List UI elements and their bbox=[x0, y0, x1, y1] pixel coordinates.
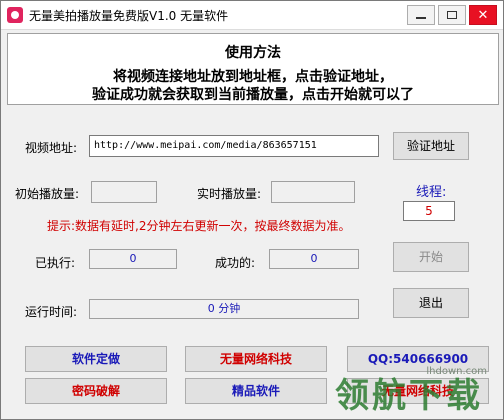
delay-hint: 提示:数据有延时,2分钟左右更新一次，按最终数据为准。 bbox=[47, 219, 351, 233]
password-crack-button[interactable]: 密码破解 bbox=[25, 378, 167, 404]
window-controls: ✕ bbox=[407, 5, 497, 25]
close-button[interactable]: ✕ bbox=[469, 5, 497, 25]
instructions-title: 使用方法 bbox=[225, 45, 281, 61]
watermark-logo: 领航下载 bbox=[335, 376, 483, 416]
success-label: 成功的: bbox=[215, 256, 256, 270]
window-title: 无量美拍播放量免费版V1.0 无量软件 bbox=[29, 9, 229, 23]
software-custom-button[interactable]: 软件定做 bbox=[25, 346, 167, 372]
minimize-icon bbox=[416, 17, 426, 19]
realtime-plays-label: 实时播放量: bbox=[197, 187, 262, 201]
maximize-button[interactable] bbox=[438, 5, 466, 25]
initial-plays-field bbox=[91, 181, 157, 203]
verify-url-button[interactable]: 验证地址 bbox=[393, 132, 469, 160]
minimize-button[interactable] bbox=[407, 5, 435, 25]
success-count: 0 bbox=[269, 249, 359, 269]
runtime-value: 0 分钟 bbox=[89, 299, 359, 319]
realtime-plays-field bbox=[271, 181, 355, 203]
instructions-banner: 使用方法 将视频连接地址放到地址框，点击验证地址， 验证成功就会获取到当前播放量… bbox=[7, 33, 499, 105]
thread-count-input[interactable]: 5 bbox=[403, 201, 455, 221]
executed-label: 已执行: bbox=[35, 256, 76, 270]
video-url-input[interactable]: http://www.meipai.com/media/863657151 bbox=[89, 135, 379, 157]
quality-software-button[interactable]: 精品软件 bbox=[185, 378, 327, 404]
executed-count: 0 bbox=[89, 249, 177, 269]
app-logo-icon bbox=[7, 7, 23, 23]
wuliang-tech-button[interactable]: 无量网络科技 bbox=[185, 346, 327, 372]
titlebar[interactable]: 无量美拍播放量免费版V1.0 无量软件 ✕ bbox=[1, 1, 503, 30]
instructions-line-2: 验证成功就会获取到当前播放量，点击开始就可以了 bbox=[92, 87, 414, 103]
initial-plays-label: 初始播放量: bbox=[15, 187, 80, 201]
start-button[interactable]: 开始 bbox=[393, 242, 469, 272]
exit-button[interactable]: 退出 bbox=[393, 288, 469, 318]
app-window: 无量美拍播放量免费版V1.0 无量软件 ✕ 使用方法 将视频连接地址放到地址框，… bbox=[0, 0, 504, 420]
close-icon: ✕ bbox=[477, 7, 489, 23]
video-url-label: 视频地址: bbox=[25, 141, 78, 155]
runtime-label: 运行时间: bbox=[25, 305, 78, 319]
maximize-icon bbox=[447, 11, 457, 19]
thread-label: 线程: bbox=[416, 185, 447, 200]
instructions-line-1: 将视频连接地址放到地址框，点击验证地址， bbox=[113, 69, 393, 85]
